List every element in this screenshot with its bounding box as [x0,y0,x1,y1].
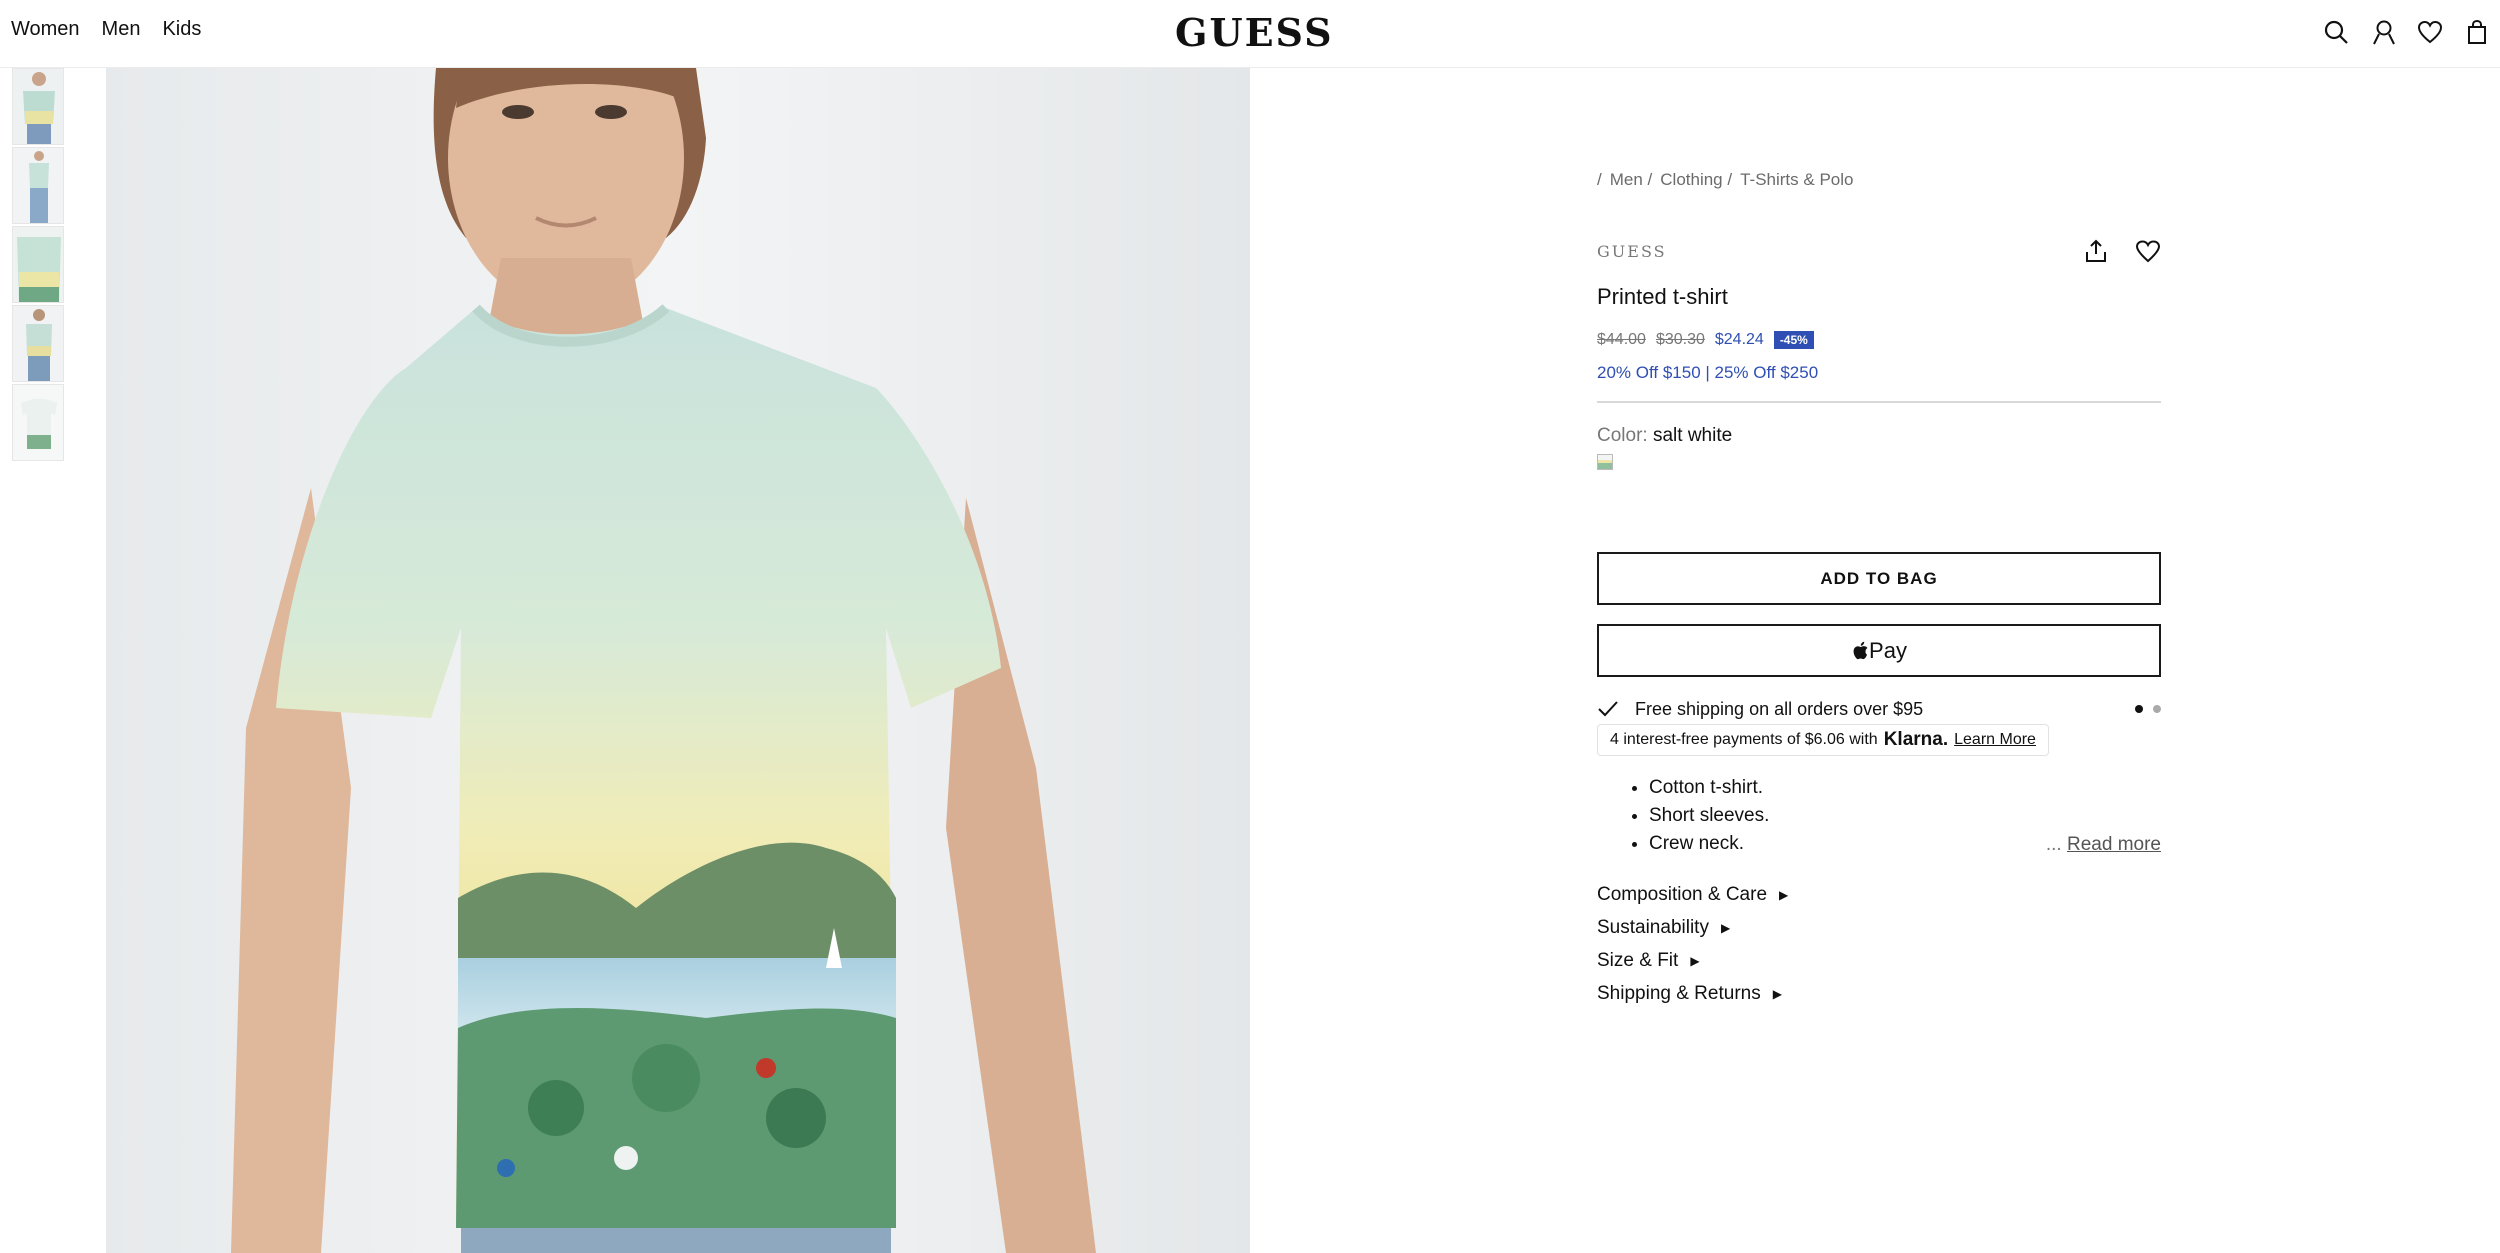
thumbnail-4[interactable] [12,305,64,382]
thumbnail-2[interactable] [12,147,64,224]
price-row: $44.00 $30.30 $24.24 -45% [1597,331,1814,349]
divider [1597,401,2161,403]
read-more-link[interactable]: Read more [2067,834,2161,855]
account-icon[interactable] [2370,18,2398,46]
thumbnail-image [13,227,63,302]
accordion-composition-care[interactable]: Composition & Care ▶ [1597,884,1788,906]
accordion-label: Shipping & Returns [1597,983,1761,1004]
klarna-logo: Klarna. [1883,729,1949,750]
klarna-text: 4 interest-free payments of $6.06 with [1610,731,1878,748]
feature-item: Short sleeves. [1649,802,1769,830]
main-product-image[interactable] [106,68,1250,1253]
accordion-sustainability[interactable]: Sustainability ▶ [1597,917,1730,939]
sale-price: $24.24 [1714,331,1764,348]
accordion-label: Sustainability [1597,917,1709,938]
breadcrumb-tshirts[interactable]: T-Shirts & Polo [1740,170,1853,190]
site-header: Women Men Kids GUESS [0,0,2500,68]
color-value: salt white [1652,425,1733,446]
klarna-banner: 4 interest-free payments of $6.06 with K… [1597,724,2049,756]
shipping-banner: Free shipping on all orders over $95 [1597,696,2161,722]
thumbnail-strip [12,68,64,463]
product-photo [106,68,1250,1253]
previous-price: $30.30 [1655,331,1705,348]
thumbnail-image [13,148,63,223]
discount-badge: -45% [1773,331,1814,349]
thumbnail-image [13,69,63,144]
promo-text: 20% Off $150 | 25% Off $250 [1597,363,1819,382]
search-icon[interactable] [2322,18,2350,46]
expand-arrow-icon: ▶ [1690,954,1700,968]
color-label: Color: [1597,425,1648,446]
product-title: Printed t-shirt [1597,284,1728,309]
breadcrumb-clothing[interactable]: Clothing / [1660,170,1732,190]
check-icon [1598,701,1618,717]
thumbnail-image [13,306,63,381]
apple-icon [1853,641,1868,659]
nav-women[interactable]: Women [11,18,80,41]
feature-item: Cotton t-shirt. [1649,774,1769,802]
feature-list: Cotton t-shirt. Short sleeves. Crew neck… [1649,774,1769,858]
breadcrumb-men[interactable]: Men / [1610,170,1653,190]
expand-arrow-icon: ▶ [1720,921,1731,935]
feature-item: Crew neck. [1649,830,1769,858]
guess-logo[interactable]: GUESS [1175,10,1334,55]
accordion-label: Size & Fit [1597,950,1679,971]
add-to-bag-button[interactable]: ADD TO BAG [1597,552,2161,605]
swatch-image [1598,455,1612,469]
share-icon[interactable] [2083,238,2109,264]
product-brand[interactable]: GUESS [1597,242,1667,261]
original-price: $44.00 [1597,331,1646,348]
nav-kids[interactable]: Kids [162,18,201,41]
read-more-ellipsis: ... [2045,834,2062,855]
accordion-shipping-returns[interactable]: Shipping & Returns ▶ [1597,983,1782,1005]
thumbnail-image [13,385,63,460]
wishlist-icon[interactable] [2135,238,2161,264]
color-row: Color: salt white [1597,425,1732,447]
apple-pay-label: Pay [1869,637,1907,663]
read-more: ... Read more [2046,834,2161,856]
bag-icon[interactable] [2463,18,2491,46]
apple-pay-button[interactable]: Pay [1597,624,2161,677]
thumbnail-1[interactable] [12,68,64,145]
color-swatch[interactable] [1597,454,1613,470]
carousel-dot-1[interactable] [2135,705,2143,713]
wishlist-icon[interactable] [2416,18,2444,46]
expand-arrow-icon: ▶ [1779,888,1789,902]
header-actions [2300,18,2500,48]
breadcrumb: / Men / Clothing / T-Shirts & Polo [1597,170,1853,190]
shipping-text: Free shipping on all orders over $95 [1635,698,1924,719]
thumbnail-5[interactable] [12,384,64,461]
carousel-dots [2135,705,2161,713]
expand-arrow-icon: ▶ [1772,987,1782,1001]
carousel-dot-2[interactable] [2153,705,2161,713]
main-nav: Women Men Kids [11,18,201,41]
thumbnail-3[interactable] [12,226,64,303]
accordion-size-fit[interactable]: Size & Fit ▶ [1597,950,1700,972]
klarna-learn-more-link[interactable]: Learn More [1954,731,2036,749]
accordion-label: Composition & Care [1597,884,1768,905]
breadcrumb-root[interactable]: / [1597,170,1602,190]
nav-men[interactable]: Men [102,18,141,41]
